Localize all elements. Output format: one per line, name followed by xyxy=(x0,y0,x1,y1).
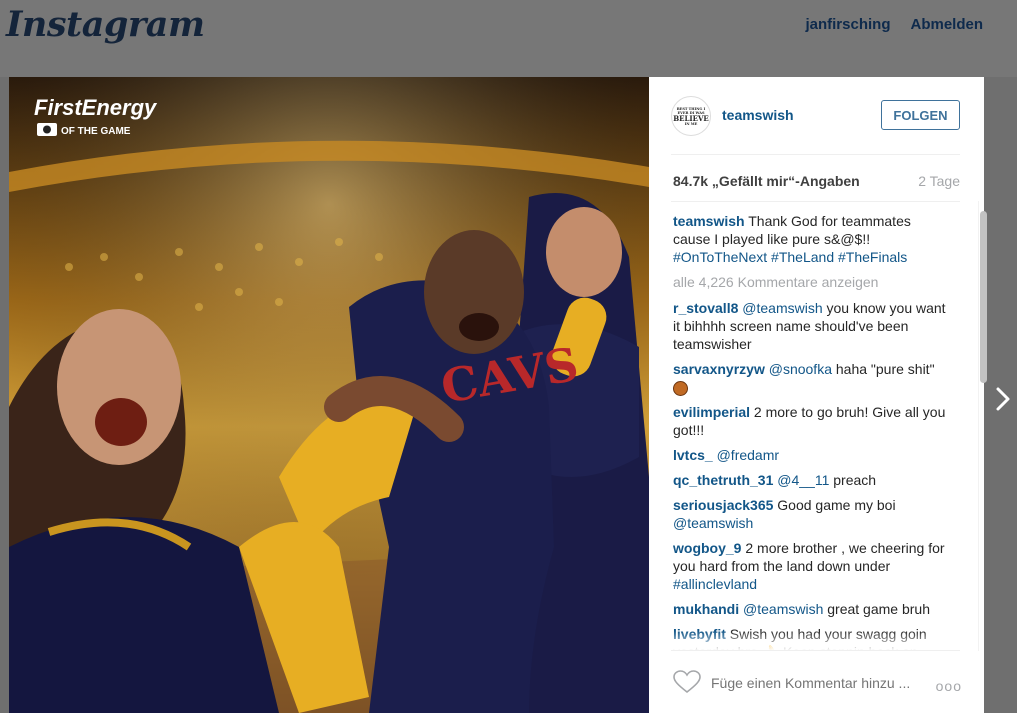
view-all-comments-link[interactable]: alle 4,226 Kommentare anzeigen xyxy=(673,273,951,291)
instagram-logo[interactable]: Instagram xyxy=(6,4,205,45)
comment-username[interactable]: mukhandi xyxy=(673,601,739,617)
comment-bar: ooo xyxy=(671,650,962,713)
post-time[interactable]: 2 Tage xyxy=(918,173,960,189)
list-item: lvtcs_ @fredamr xyxy=(673,446,951,464)
author-username[interactable]: teamswish xyxy=(722,107,794,123)
list-item: qc_thetruth_31 @4__11 preach xyxy=(673,471,951,489)
comment-username[interactable]: seriousjack365 xyxy=(673,497,773,513)
logout-link[interactable]: Abmelden xyxy=(910,16,983,33)
photo-illustration: CAVS FirstEnergy OF THE GAME xyxy=(9,77,649,713)
brand-title: FirstEnergy xyxy=(34,95,158,120)
comment-mention[interactable]: @teamswish xyxy=(743,601,823,617)
list-item: evilimperial 2 more to go bruh! Give all… xyxy=(673,403,951,439)
likes-count[interactable]: 84.7k „Gefällt mir“-Angaben xyxy=(673,173,860,189)
list-item: r_stovall8 @teamswish you know you want … xyxy=(673,299,951,353)
comment-mention[interactable]: @teamswish xyxy=(673,515,753,531)
likes-divider xyxy=(671,201,960,202)
header-divider xyxy=(671,154,960,155)
comment-text: Good game my boi xyxy=(773,497,896,513)
profile-link[interactable]: janfirsching xyxy=(805,16,890,33)
comments-fade xyxy=(673,631,951,651)
author-avatar[interactable]: BEST THING I EVER DI WAS BELIEVE IN ME xyxy=(671,96,711,136)
comment-username[interactable]: wogboy_9 xyxy=(673,540,741,556)
heart-icon[interactable] xyxy=(673,670,701,694)
comment-text: great game bruh xyxy=(823,601,930,617)
post-header: BEST THING I EVER DI WAS BELIEVE IN ME t… xyxy=(671,96,960,136)
comment-username[interactable]: evilimperial xyxy=(673,404,750,420)
comment-username[interactable]: r_stovall8 xyxy=(673,300,738,316)
chevron-right-icon[interactable] xyxy=(994,386,1012,412)
list-item: mukhandi @teamswish great game bruh xyxy=(673,600,951,618)
comment-mention[interactable]: @4__11 xyxy=(777,472,829,488)
comment-text: preach xyxy=(829,472,877,488)
post-sidebar: BEST THING I EVER DI WAS BELIEVE IN ME t… xyxy=(649,77,987,713)
comment-hashtag[interactable]: #allinclevland xyxy=(673,576,757,592)
comment-mention[interactable]: @fredamr xyxy=(717,447,779,463)
comment-mention[interactable]: @teamswish xyxy=(742,300,822,316)
likes-row: 84.7k „Gefällt mir“-Angaben 2 Tage xyxy=(673,173,960,189)
basketball-emoji xyxy=(673,380,688,396)
caption: teamswish Thank God for teammates cause … xyxy=(673,212,951,266)
comment-username[interactable]: lvtcs_ xyxy=(673,447,713,463)
comment-username[interactable]: sarvaxnyrzyw xyxy=(673,361,765,377)
comment-input[interactable] xyxy=(711,675,921,691)
top-nav: janfirsching Abmelden xyxy=(805,16,983,33)
list-item: seriousjack365 Good game my boi @teamswi… xyxy=(673,496,951,532)
list-item: sarvaxnyrzyw @snoofka haha "pure shit" xyxy=(673,360,951,396)
comments-list[interactable]: teamswish Thank God for teammates cause … xyxy=(673,212,951,650)
more-options-button[interactable]: ooo xyxy=(936,678,962,694)
post-modal: CAVS FirstEnergy OF THE GAME BEST THING … xyxy=(9,77,987,713)
comment-text: haha "pure shit" xyxy=(831,361,935,377)
comment-mention[interactable]: @snoofka xyxy=(769,361,832,377)
comment-username[interactable]: qc_thetruth_31 xyxy=(673,472,773,488)
caption-hashtags[interactable]: #OnToTheNext #TheLand #TheFinals xyxy=(673,249,907,265)
follow-button[interactable]: FOLGEN xyxy=(881,100,960,130)
brand-subtitle: OF THE GAME xyxy=(61,126,131,137)
post-photo[interactable]: CAVS FirstEnergy OF THE GAME xyxy=(9,77,649,713)
list-item: wogboy_9 2 more brother , we cheering fo… xyxy=(673,539,951,593)
top-bar: Instagram janfirsching Abmelden xyxy=(0,0,1017,77)
comment-username[interactable]: teamswish xyxy=(673,213,745,229)
comments-scrollbar[interactable] xyxy=(980,211,987,383)
